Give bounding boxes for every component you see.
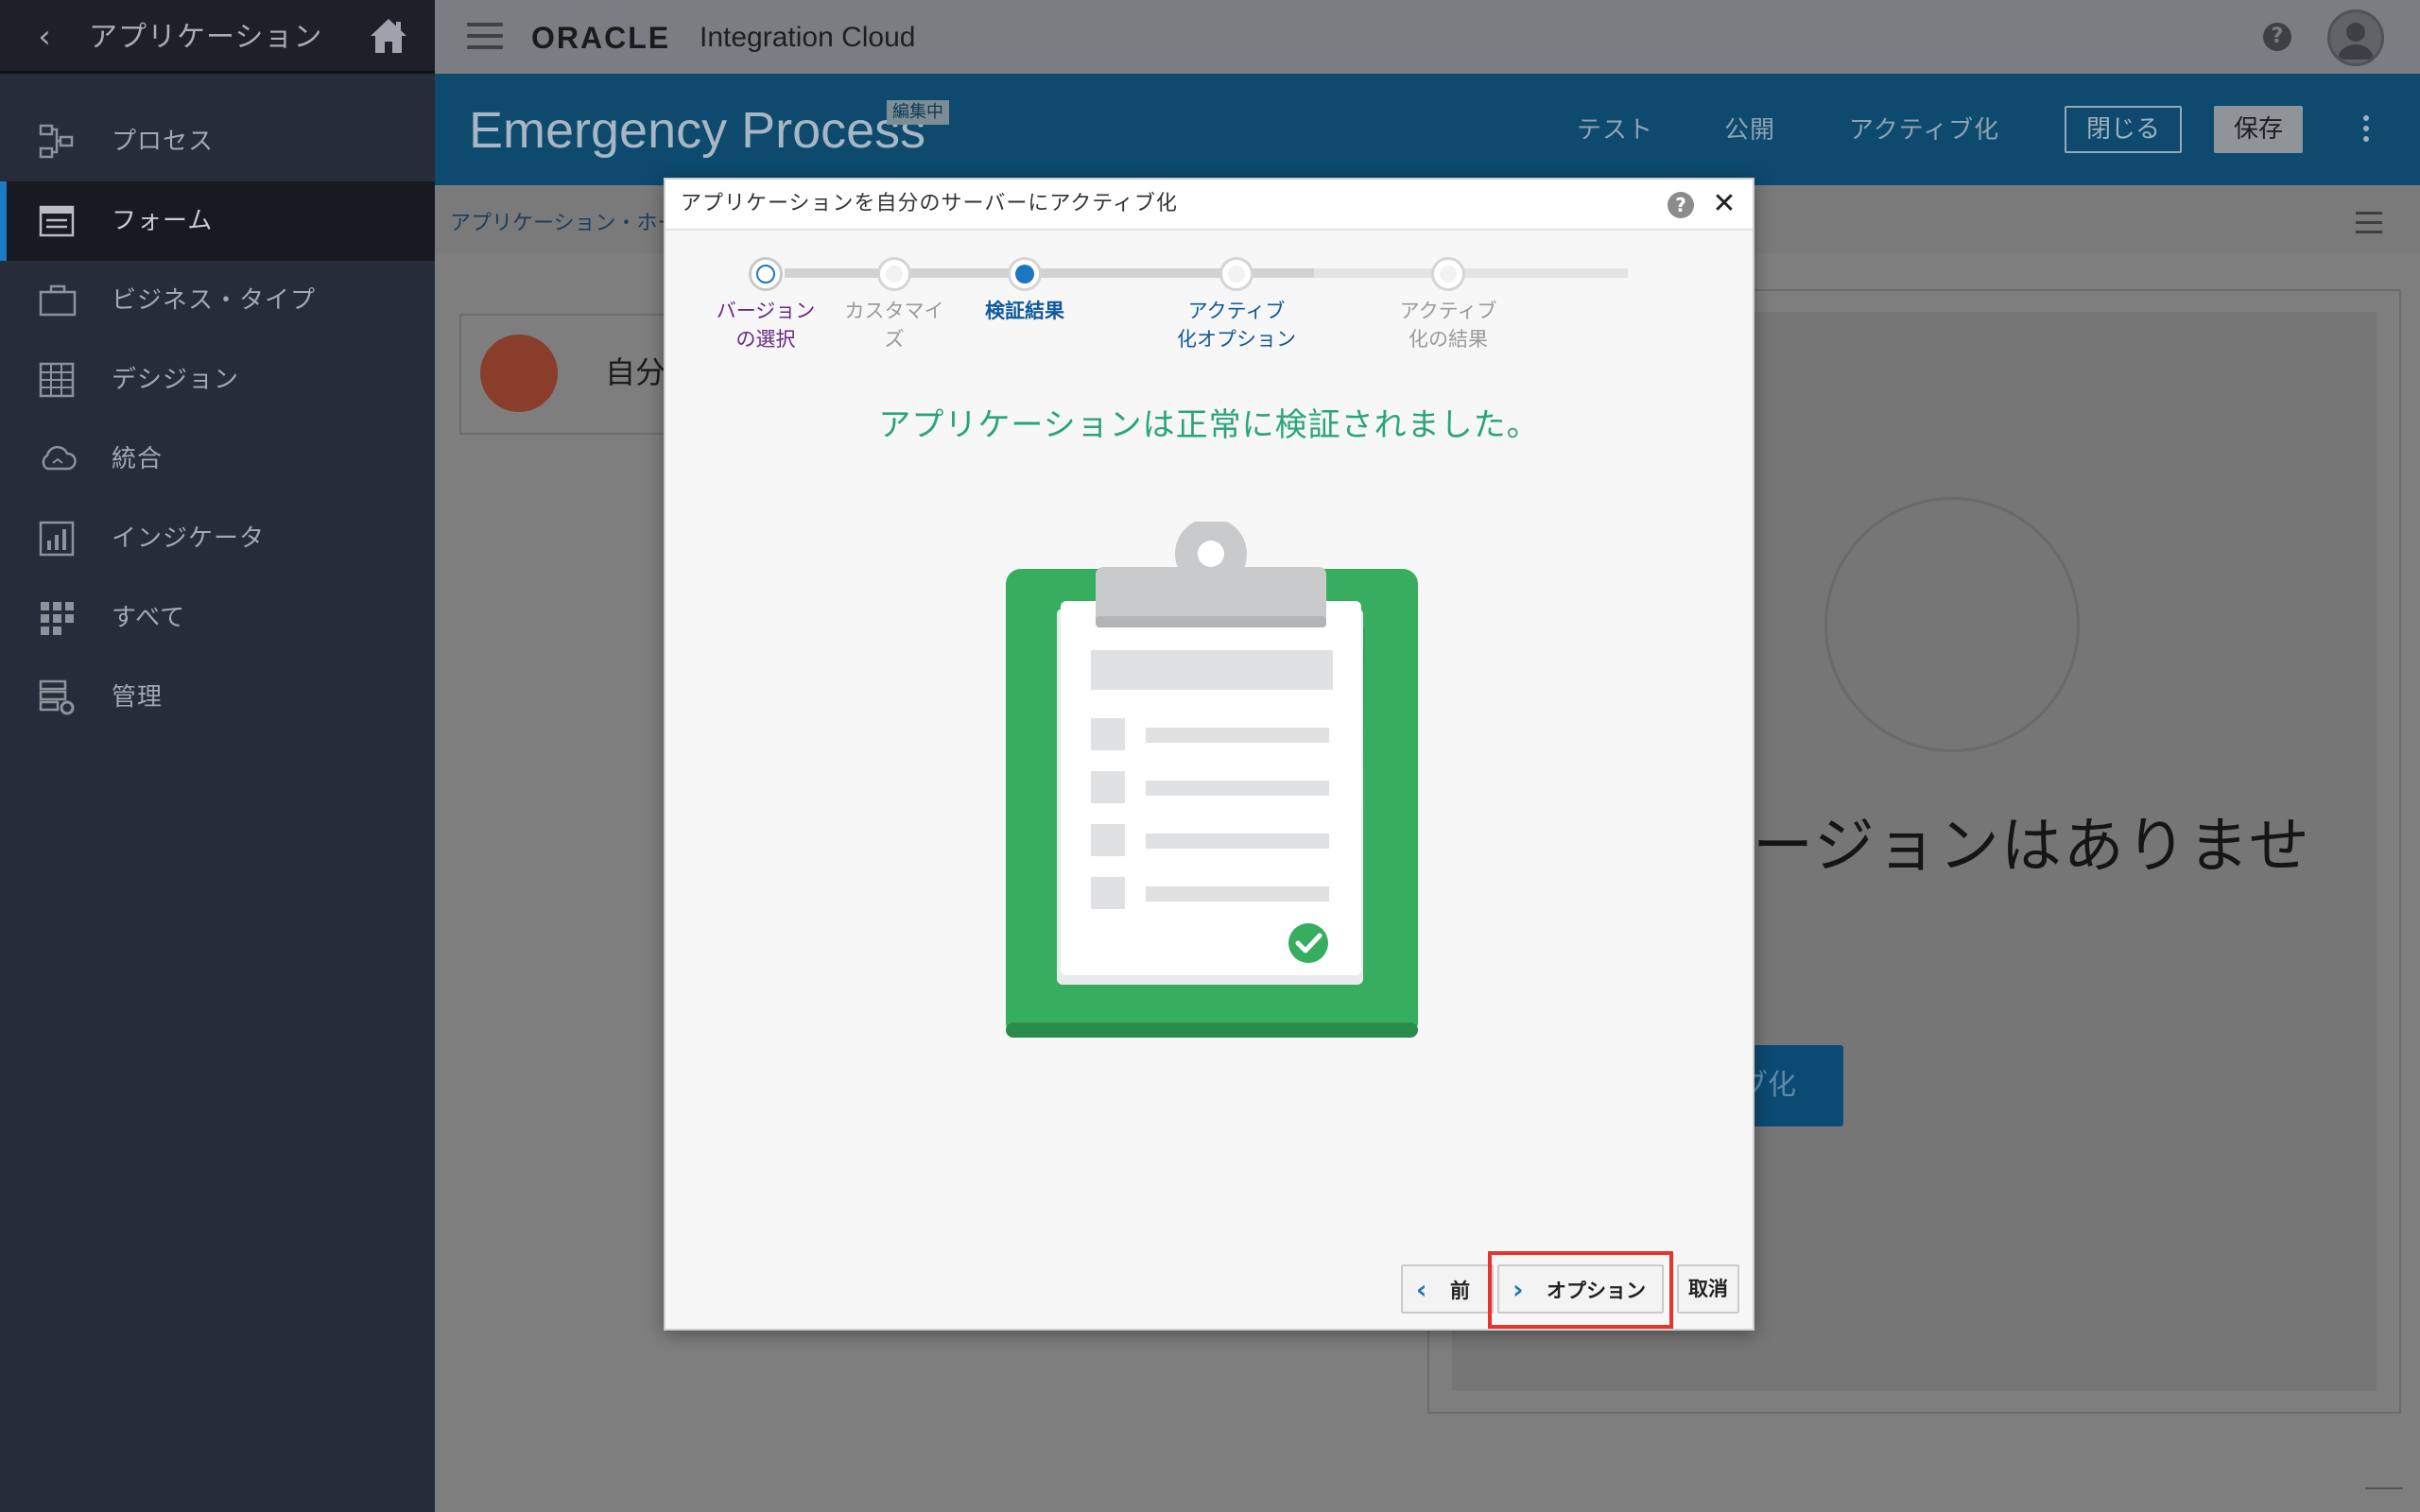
step-indicator <box>1008 257 1042 291</box>
sidebar-item-label: 管理 <box>112 683 164 712</box>
sidebar-item-label: 統合 <box>112 445 164 473</box>
dialog-title: アプリケーションを自分のサーバーにアクティブ化 <box>681 192 1178 215</box>
help-icon[interactable]: ? <box>2263 23 2291 51</box>
sidebar-item-label: インジケータ <box>112 524 266 553</box>
briefcase-icon <box>39 284 77 317</box>
dialog-close-icon[interactable]: ✕ <box>1711 189 1737 219</box>
empty-state-circle <box>1824 497 2080 752</box>
dialog-titlebar: アプリケーションを自分のサーバーにアクティブ化 ? ✕ <box>666 180 1753 231</box>
test-link[interactable]: テスト <box>1577 113 1653 147</box>
previous-button[interactable]: ‹ 前 <box>1401 1264 1494 1314</box>
activate-dialog: アプリケーションを自分のサーバーにアクティブ化 ? ✕ バージョン の選択 カス… <box>664 178 1754 1331</box>
project-title: Emergency Process <box>469 102 926 159</box>
chevron-left-icon: ‹ <box>1416 1274 1427 1305</box>
back-chevron-icon[interactable]: ‹ <box>28 19 60 55</box>
home-icon[interactable] <box>367 15 410 57</box>
cancel-button[interactable]: 取消 <box>1677 1264 1739 1314</box>
close-button[interactable]: 閉じる <box>2065 106 2182 153</box>
sidebar-item-label: すべて <box>112 604 186 632</box>
step-label: 検証結果 <box>985 300 1064 322</box>
oracle-logo: ORACLE <box>531 21 671 55</box>
step-indicator <box>1431 257 1465 291</box>
step-indicator <box>877 257 911 291</box>
sidebar-item-business-type[interactable]: ビジネス・タイプ <box>0 261 435 340</box>
sidebar-item-label: デシジョン <box>112 366 240 394</box>
wizard-stepper: バージョン の選択 カスタマイ ズ 検証結果 アクティブ 化オプション アクティ… <box>666 231 1753 372</box>
sidebar: ‹ アプリケーション プロセス フォーム ビジネス・タイプ デシジョン 統合 イ… <box>0 0 435 1512</box>
apps-grid-icon <box>41 602 74 635</box>
cloud-icon <box>42 445 77 471</box>
sidebar-item-admin[interactable]: 管理 <box>0 658 435 737</box>
publish-link[interactable]: 公開 <box>1724 113 1775 147</box>
hamburger-menu-icon[interactable] <box>467 23 503 51</box>
more-options-icon[interactable] <box>2363 115 2373 146</box>
empty-state-text: ージョンはありませ <box>1753 812 2311 882</box>
step-label: アクティブ 化オプション <box>1177 300 1296 351</box>
validation-success-message: アプリケーションは正常に検証されました。 <box>878 406 1540 444</box>
sidebar-item-indicator[interactable]: インジケータ <box>0 499 435 578</box>
breadcrumb[interactable]: アプリケーション・ホー <box>450 210 679 238</box>
project-header: Emergency Process 編集中 テスト 公開 アクティブ化 閉じる … <box>435 74 2420 185</box>
chart-icon <box>39 521 75 557</box>
sidebar-item-all[interactable]: すべて <box>0 578 435 658</box>
table-grid-icon <box>39 362 75 398</box>
activate-link[interactable]: アクティブ化 <box>1849 113 1999 147</box>
list-view-icon[interactable] <box>2356 212 2382 234</box>
clipboard-checkmark-icon <box>1006 522 1418 1038</box>
locked-form-icon <box>480 335 558 412</box>
sidebar-nav: プロセス フォーム ビジネス・タイプ デシジョン 統合 インジケータ すべて 管… <box>0 102 435 737</box>
editing-badge: 編集中 <box>887 100 949 125</box>
dialog-help-icon[interactable]: ? <box>1668 192 1694 218</box>
sidebar-item-form[interactable]: フォーム <box>0 181 435 261</box>
sidebar-item-label: フォーム <box>112 207 214 235</box>
step-indicator <box>1219 257 1253 291</box>
process-icon <box>39 124 74 159</box>
step-indicator <box>749 257 783 291</box>
sidebar-item-label: ビジネス・タイプ <box>112 286 317 315</box>
top-bar: ORACLE Integration Cloud ? <box>435 0 2420 74</box>
sidebar-item-decision[interactable]: デシジョン <box>0 340 435 420</box>
sidebar-item-process[interactable]: プロセス <box>0 102 435 181</box>
save-button[interactable]: 保存 <box>2214 106 2303 153</box>
form-icon <box>39 205 75 237</box>
resize-handle[interactable] <box>2365 1487 2403 1508</box>
step-label: アクティブ 化の結果 <box>1399 300 1497 351</box>
sidebar-title: アプリケーション <box>89 21 323 54</box>
sidebar-item-integration[interactable]: 統合 <box>0 420 435 499</box>
user-avatar-icon[interactable] <box>2327 9 2384 66</box>
sidebar-item-label: プロセス <box>112 128 215 156</box>
highlight-annotation-box <box>1488 1251 1673 1329</box>
product-name: Integration Cloud <box>700 22 916 53</box>
server-gear-icon <box>39 679 75 715</box>
sidebar-header: ‹ アプリケーション <box>0 0 435 74</box>
previous-button-label: 前 <box>1450 1280 1470 1302</box>
